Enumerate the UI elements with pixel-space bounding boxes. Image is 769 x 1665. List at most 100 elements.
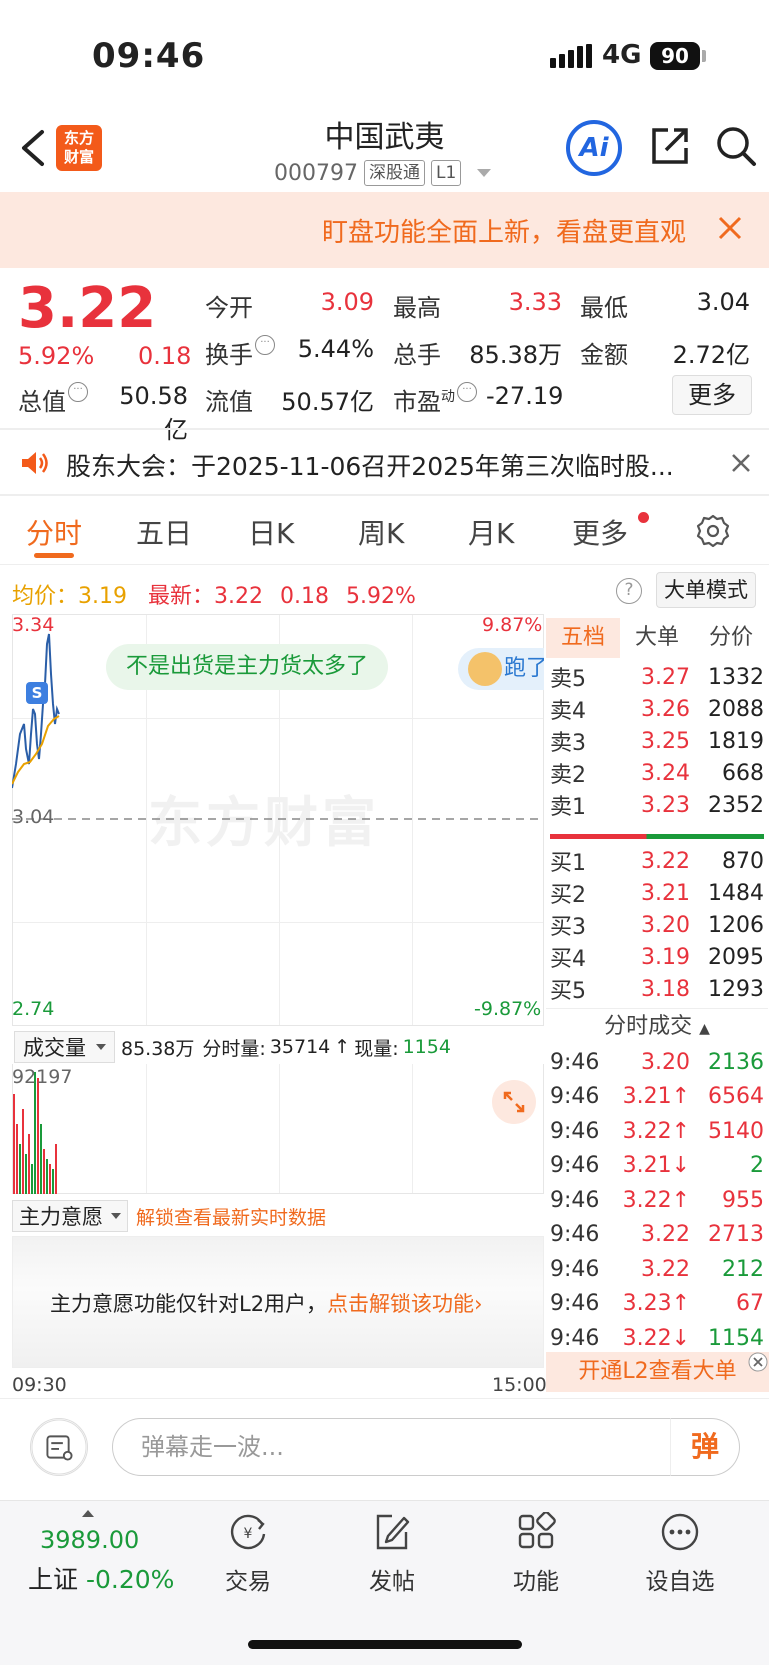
info-dots-icon[interactable]: ··· xyxy=(457,382,477,402)
more-button[interactable]: 更多 xyxy=(672,375,752,415)
danmaku-send-button[interactable]: 弹 xyxy=(670,1418,740,1476)
notification-dot xyxy=(638,512,649,523)
nav-functions[interactable]: 功能 xyxy=(486,1511,586,1596)
danmaku-settings-icon[interactable] xyxy=(30,1418,88,1476)
sell-price: 3.23 xyxy=(641,792,690,818)
pe-label-text: 市盈 xyxy=(393,388,441,416)
tab-more[interactable]: 更多 xyxy=(572,512,628,552)
pe-label[interactable]: 市盈动 ··· xyxy=(393,382,477,417)
trade-time: 9:46 xyxy=(550,1222,600,1247)
trade-time: 9:46 xyxy=(550,1291,600,1316)
sell-row: 卖3 3.25 1819 xyxy=(550,726,764,757)
connect-tag: 深股通 xyxy=(363,160,425,186)
share-icon[interactable] xyxy=(648,124,692,168)
sell-volume: 2088 xyxy=(708,696,764,722)
caret-up-icon: ▲ xyxy=(699,1021,710,1037)
close-icon[interactable] xyxy=(730,452,752,474)
tab-active-indicator xyxy=(34,553,74,558)
info-pct: 5.92% xyxy=(345,584,416,609)
unlock-link[interactable]: 解锁查看最新实时数据 xyxy=(136,1203,326,1230)
pe-value: -27.19 xyxy=(486,382,564,410)
tab-five-levels[interactable]: 五档 xyxy=(546,618,620,658)
sell-label: 卖4 xyxy=(550,699,586,724)
stock-sub-row[interactable]: 000797 深股通 L1 xyxy=(274,158,492,188)
notice-text[interactable]: 股东大会：于2025-11-06召开2025年第三次临时股... xyxy=(66,447,696,483)
current-price: 3.22 xyxy=(18,276,157,341)
high-value: 3.33 xyxy=(508,288,562,316)
trade-row: 9:46 3.21↑ 6564 xyxy=(550,1081,764,1113)
amount-value: 2.72亿 xyxy=(672,341,750,369)
grid-icon xyxy=(518,1511,556,1549)
main-force-select[interactable]: 主力意愿 xyxy=(12,1200,128,1232)
y-mid-label: 3.04 xyxy=(12,806,55,828)
latest-value: 3.22 xyxy=(214,584,263,609)
trade-volume: 212 xyxy=(722,1256,764,1282)
float-value: 50.57亿 xyxy=(281,388,374,416)
trade-time: 9:46 xyxy=(550,1118,600,1144)
info-dots-icon[interactable]: ··· xyxy=(68,382,88,402)
trade-volume: 2 xyxy=(750,1153,764,1178)
avg-value: 3.19 xyxy=(78,584,127,609)
divider xyxy=(0,564,769,565)
divider xyxy=(0,428,769,430)
tab-five-day[interactable]: 五日 xyxy=(136,512,192,552)
close-icon[interactable] xyxy=(748,1352,768,1372)
index-ticker[interactable]: 上证 -0.20% xyxy=(28,1560,174,1596)
buy-price: 3.18 xyxy=(641,976,690,1002)
ai-button[interactable]: Ai xyxy=(566,120,622,176)
tab-intraday[interactable]: 分时 xyxy=(26,512,82,552)
gear-icon[interactable] xyxy=(696,514,730,548)
trade-row: 9:46 3.22 212 xyxy=(550,1253,764,1285)
buy-label: 买2 xyxy=(550,883,586,908)
info-dots-icon[interactable]: ··· xyxy=(255,335,275,355)
trades-header[interactable]: 分时成交 ▲ xyxy=(546,1008,768,1044)
mktcap-label[interactable]: 总值 ··· xyxy=(18,382,88,417)
mktcap-label-text: 总值 xyxy=(18,388,66,416)
svg-text:¥: ¥ xyxy=(244,1526,253,1542)
expand-icon[interactable] xyxy=(492,1080,536,1124)
trade-row: 9:46 3.22↓ 1154 xyxy=(550,1322,764,1354)
nav-post-label: 发帖 xyxy=(369,1569,415,1595)
volume-label: 总手 xyxy=(393,341,441,369)
fs-label: 分时量: xyxy=(202,1037,266,1060)
close-icon[interactable] xyxy=(716,214,744,242)
danmaku-input[interactable]: 弹幕走一波... xyxy=(112,1418,670,1476)
sell-marker[interactable]: S xyxy=(26,682,48,704)
buy-volume: 2095 xyxy=(708,944,764,970)
comment-bubble[interactable]: 不是出货是主力货太多了 xyxy=(106,644,389,690)
tab-big-orders[interactable]: 大单 xyxy=(620,618,694,658)
mktcap-value: 50.58亿 xyxy=(119,382,188,444)
volume-chart[interactable] xyxy=(12,1064,544,1194)
trade-price: 3.22 xyxy=(641,1222,690,1247)
sell-price: 3.26 xyxy=(641,696,690,722)
up-arrow-icon: ↑ xyxy=(334,1036,351,1058)
trade-price: 3.22↑ xyxy=(622,1118,690,1144)
tab-price-dist[interactable]: 分价 xyxy=(694,618,768,658)
buy-price: 3.21 xyxy=(641,880,690,906)
chevron-down-icon[interactable] xyxy=(477,169,492,177)
unlock-feature-link[interactable]: 点击解锁该功能 xyxy=(327,1292,474,1316)
trade-row: 9:46 3.21↓ 2 xyxy=(550,1150,764,1182)
tab-monthly-k[interactable]: 月K xyxy=(468,512,514,552)
level-tag: L1 xyxy=(430,160,462,186)
trade-volume: 1154 xyxy=(708,1325,764,1351)
search-icon[interactable] xyxy=(714,124,758,168)
trade-time: 9:46 xyxy=(550,1153,600,1178)
index-value[interactable]: 3989.00 xyxy=(40,1526,139,1554)
nav-trade[interactable]: ¥ 交易 xyxy=(198,1512,298,1596)
big-order-mode-button[interactable]: 大单模式 xyxy=(656,572,756,608)
open-l2-button[interactable]: 开通L2查看大单 xyxy=(546,1352,769,1392)
volume-select[interactable]: 成交量 xyxy=(14,1031,115,1063)
help-icon[interactable]: ? xyxy=(616,578,642,604)
nav-post[interactable]: 发帖 xyxy=(342,1512,442,1596)
trade-row: 9:46 3.22 2713 xyxy=(550,1219,764,1251)
nav-add-watchlist-label: 设自选 xyxy=(645,1569,715,1595)
trade-icon: ¥ xyxy=(230,1514,266,1550)
sell-row: 卖5 3.27 1332 xyxy=(550,662,764,693)
price-info-row: 均价：3.19 最新：3.22 0.18 5.92% xyxy=(12,578,416,610)
tab-weekly-k[interactable]: 周K xyxy=(358,512,404,552)
tab-daily-k[interactable]: 日K xyxy=(248,512,294,552)
amount-label: 金额 xyxy=(580,341,628,369)
turnover-label[interactable]: 换手 ··· xyxy=(205,335,275,370)
nav-add-watchlist[interactable]: 设自选 xyxy=(630,1512,730,1596)
